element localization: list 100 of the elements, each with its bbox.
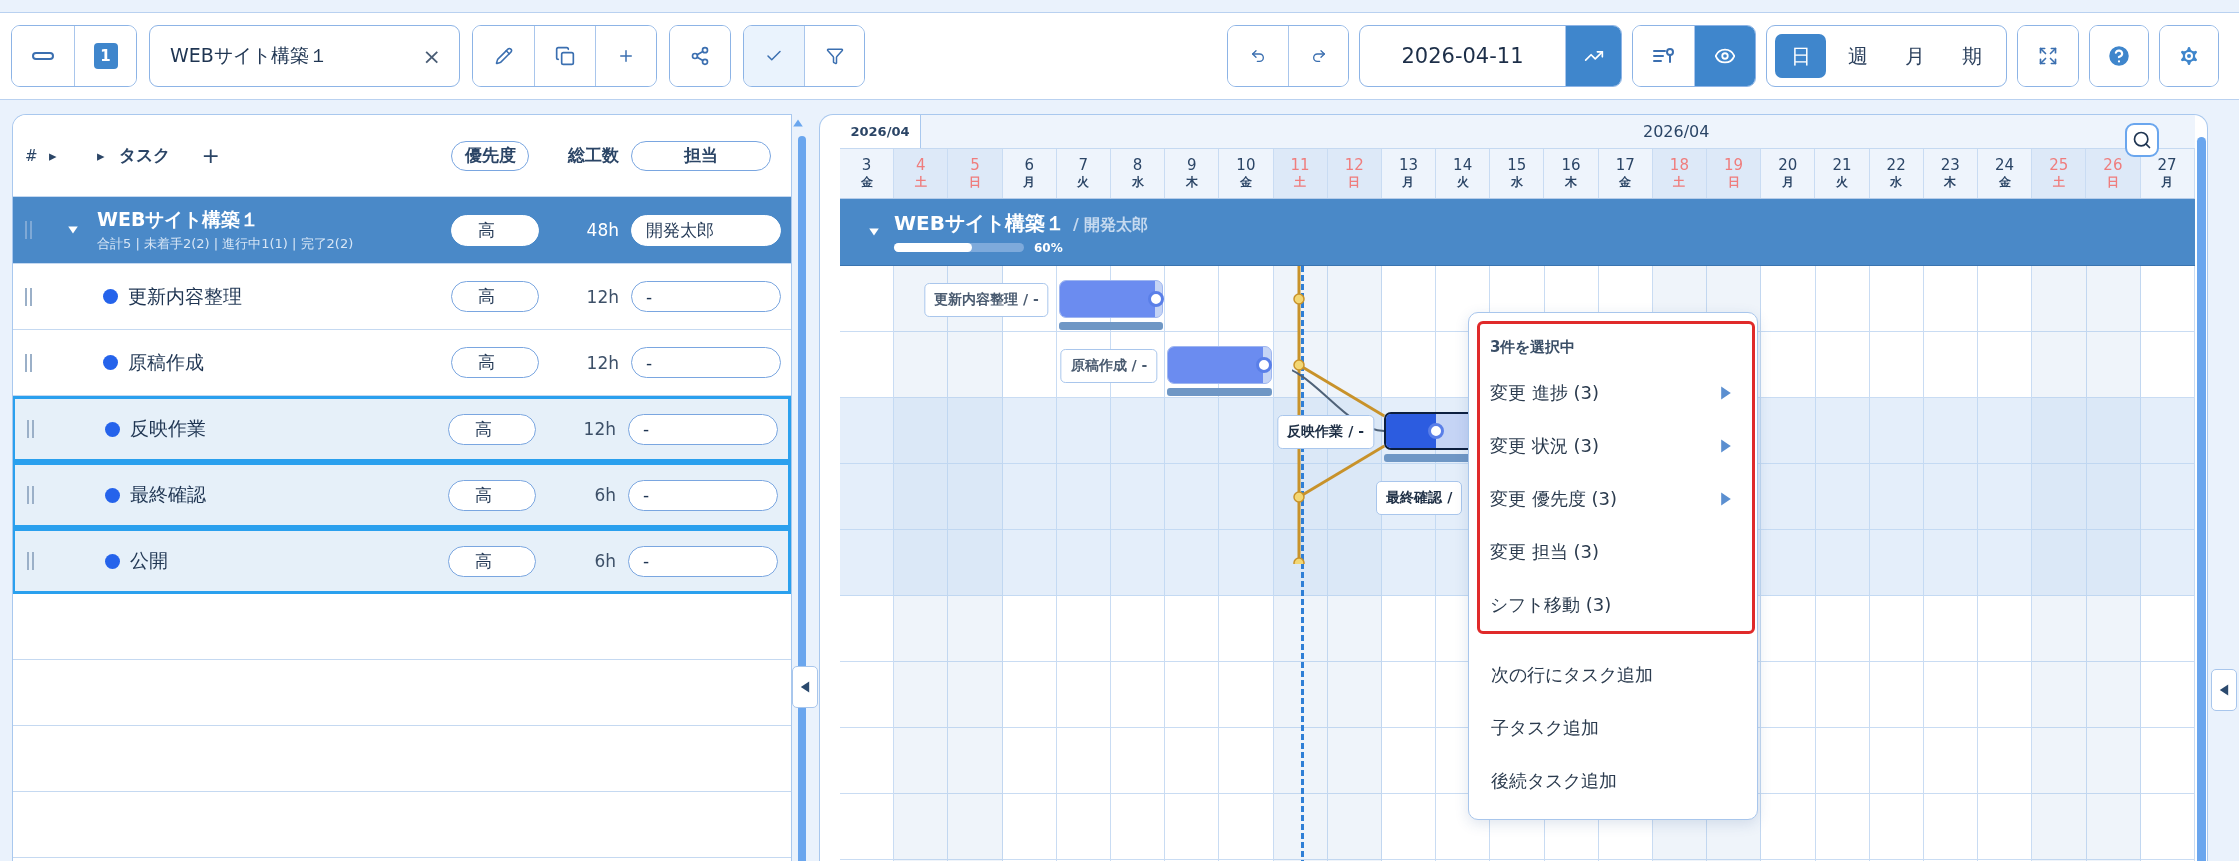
settings-button[interactable] (2160, 26, 2218, 86)
help-button[interactable] (2090, 26, 2148, 86)
assignee-field[interactable]: 開発太郎 (631, 214, 781, 246)
drag-handle-icon[interactable] (25, 353, 33, 372)
hours-text: 12h (585, 352, 620, 373)
toggle-button[interactable] (804, 26, 864, 86)
drag-handle-icon[interactable] (25, 287, 33, 306)
scale-tab[interactable]: 週 (1832, 34, 1884, 78)
expand-toggle[interactable]: ▸ (97, 146, 105, 165)
redo-icon (1310, 48, 1327, 64)
view-button[interactable] (1694, 26, 1755, 86)
task-row[interactable]: 公開 高 6h - (13, 528, 791, 594)
month-tab[interactable]: 2026/04 (840, 115, 921, 148)
task-header: タスク (118, 144, 170, 167)
day-number: 18 (1669, 156, 1689, 174)
menu-item[interactable]: 子タスク追加 (1469, 701, 1757, 754)
bar-label[interactable]: 更新内容整理 / - (924, 283, 1049, 317)
progress-text: 60% (1034, 240, 1063, 255)
day-number: 16 (1561, 156, 1581, 174)
fullscreen-button[interactable] (2018, 26, 2078, 86)
expand-icon (2038, 46, 2058, 66)
day-number: 27 (2157, 156, 2177, 174)
toggle-button[interactable] (744, 26, 804, 86)
assignee-field[interactable]: - (628, 479, 778, 511)
menu-item[interactable]: 変更 担当 (3) (1480, 525, 1752, 578)
weekday: 月 (2161, 174, 2174, 191)
priority-field[interactable]: 高 (451, 281, 539, 312)
task-name: 更新内容整理 (128, 283, 242, 309)
day-number: 24 (1995, 156, 2015, 174)
menu-item[interactable]: 後続タスク追加 (1469, 754, 1757, 807)
drag-handle-icon[interactable] (27, 420, 35, 438)
assignee-field[interactable]: - (628, 413, 778, 445)
month-label: 2026/04 (1643, 121, 1710, 143)
hours-text: 48h (585, 220, 620, 240)
menu-item-label: 変更 状況 (3) (1490, 433, 1599, 458)
project-name: WEBサイト構築１ (97, 207, 261, 232)
bar-label[interactable]: 原稿作成 / - (1060, 349, 1158, 383)
task-name: 最終確認 (130, 482, 206, 507)
hours-text: 12h (582, 419, 617, 439)
redo-button[interactable] (1288, 26, 1348, 86)
scale-tab[interactable]: 月 (1889, 34, 1941, 78)
project-row[interactable]: WEBサイト構築１ 合計5 | 未着手2(2) | 進行中1(1) | 完了2(2) 高 48h 開発太郎 (13, 197, 791, 264)
assignee-field[interactable]: - (628, 545, 778, 577)
day-number: 5 (970, 156, 980, 174)
expand-all-toggle[interactable]: ▸ (49, 146, 97, 165)
day-number: 26 (2103, 156, 2123, 174)
weekday: 木 (1944, 174, 1957, 191)
search-button[interactable] (2125, 123, 2159, 157)
scale-tab[interactable]: 期 (1946, 34, 1998, 78)
day-number: 21 (1832, 156, 1852, 174)
day-number: 13 (1398, 156, 1418, 174)
task-name: 原稿作成 (128, 349, 204, 375)
collapse-panel-button[interactable] (792, 666, 818, 708)
weekday: 月 (1781, 174, 1794, 191)
add-task-button[interactable]: + (201, 143, 220, 168)
drag-handle-icon[interactable] (27, 552, 35, 570)
weekday: 金 (1619, 174, 1632, 191)
priority-field[interactable]: 高 (448, 479, 536, 511)
weekday: 金 (860, 174, 873, 191)
day-number: 22 (1886, 156, 1906, 174)
day-number: 14 (1453, 156, 1473, 174)
day-number: 9 (1186, 156, 1197, 174)
day-number: 6 (1024, 156, 1034, 174)
hours-header: 総工数 (566, 144, 620, 167)
close-button[interactable]: × (404, 43, 459, 69)
weekday: 火 (1456, 174, 1469, 191)
assignee-field[interactable]: - (631, 281, 781, 312)
add-button[interactable] (595, 26, 656, 86)
task-row[interactable]: 最終確認 高 6h - (13, 462, 791, 528)
drag-handle-icon[interactable] (27, 486, 35, 504)
bar-label[interactable]: 最終確認 / (1376, 481, 1463, 515)
day-number: 8 (1132, 156, 1143, 174)
drag-handle-icon[interactable] (25, 221, 33, 239)
project-tab[interactable]: WEBサイト構築１ × (149, 25, 460, 87)
bar-label[interactable]: 反映作業 / - (1277, 415, 1374, 449)
count-button[interactable]: 1 (74, 26, 136, 86)
menu-item[interactable]: シフト移動 (3) (1480, 578, 1752, 631)
priority-field[interactable]: 高 (451, 347, 539, 378)
priority-field[interactable]: 高 (448, 545, 536, 577)
menu-item[interactable]: 変更 状況 (3) (1480, 419, 1752, 472)
hours-text: 6h (593, 551, 617, 571)
weekday: 土 (914, 174, 927, 191)
share-button[interactable] (670, 26, 730, 86)
weekday: 火 (1077, 174, 1090, 191)
menu-item[interactable]: 変更 優先度 (3) (1480, 472, 1752, 525)
day-number: 15 (1507, 156, 1527, 174)
count-badge: 1 (93, 43, 118, 69)
priority-field[interactable]: 高 (448, 413, 536, 445)
priority-field[interactable]: 高 (451, 214, 539, 246)
task-row[interactable]: 反映作業 高 12h - (13, 396, 791, 462)
day-number: 3 (861, 156, 872, 174)
menu-item[interactable]: 変更 進捗 (3) (1480, 366, 1752, 419)
scrollbar[interactable] (798, 136, 806, 861)
collapse-panel-button[interactable] (2211, 669, 2237, 711)
assignee-field[interactable]: - (631, 347, 781, 378)
project-band[interactable]: WEBサイト構築１ / 開発太郎 60% (840, 199, 2195, 266)
scale-tab[interactable]: 日 (1775, 34, 1827, 78)
minus-icon (32, 52, 54, 60)
scrollbar[interactable] (2197, 137, 2206, 861)
menu-item[interactable]: 次の行にタスク追加 (1469, 648, 1757, 701)
